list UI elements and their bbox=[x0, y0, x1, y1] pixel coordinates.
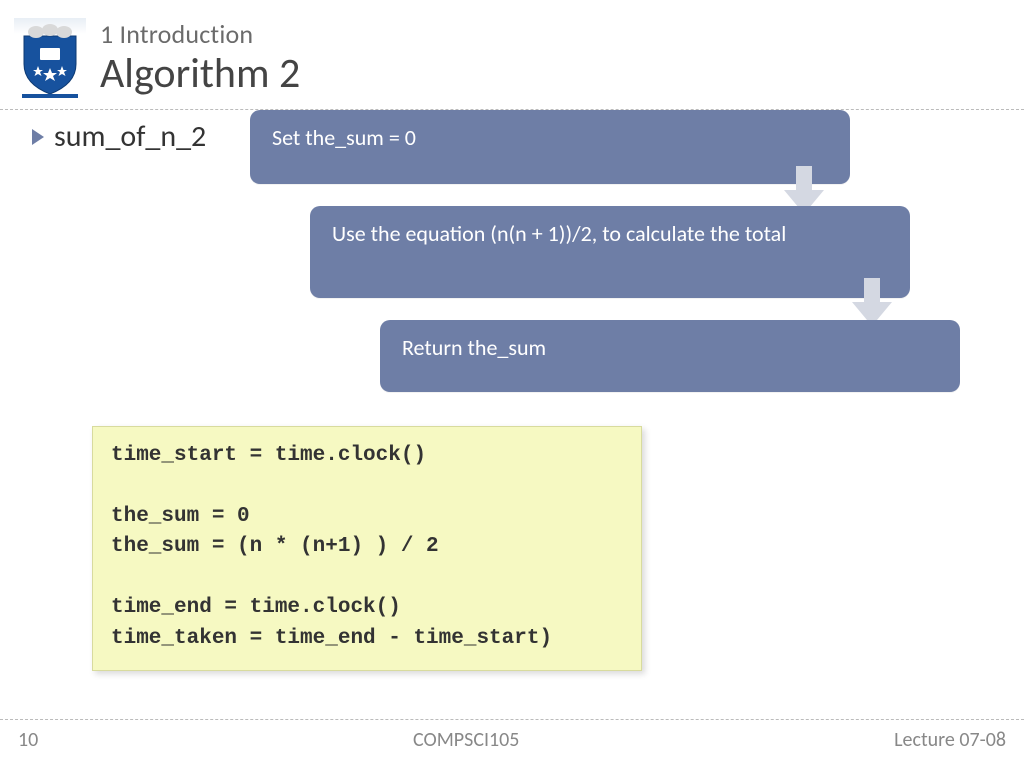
course-code: COMPSCI105 bbox=[413, 728, 519, 752]
bullet-label: sum_of_n_2 bbox=[54, 118, 206, 155]
section-label: 1 Introduction bbox=[100, 18, 1010, 50]
title-block: 1 Introduction Algorithm 2 bbox=[100, 18, 1010, 99]
slide-title: Algorithm 2 bbox=[100, 48, 1010, 99]
lecture-number: Lecture 07-08 bbox=[894, 728, 1006, 752]
slide-header: 1 Introduction Algorithm 2 bbox=[0, 0, 1024, 110]
step-box-3: Return the_sum bbox=[380, 320, 960, 392]
code-block: time_start = time.clock() the_sum = 0 th… bbox=[92, 426, 642, 671]
university-crest-logo bbox=[14, 18, 86, 98]
triangle-bullet-icon bbox=[32, 129, 44, 145]
slide-content: sum_of_n_2 Set the_sum = 0 Use the equat… bbox=[0, 110, 1024, 120]
step-box-1: Set the_sum = 0 bbox=[250, 110, 850, 184]
slide-footer: 10 COMPSCI105 Lecture 07-08 bbox=[0, 719, 1024, 752]
page-number: 10 bbox=[18, 728, 38, 752]
step-box-2: Use the equation (n(n + 1))/2, to calcul… bbox=[310, 206, 910, 298]
bullet-item: sum_of_n_2 bbox=[32, 118, 206, 155]
